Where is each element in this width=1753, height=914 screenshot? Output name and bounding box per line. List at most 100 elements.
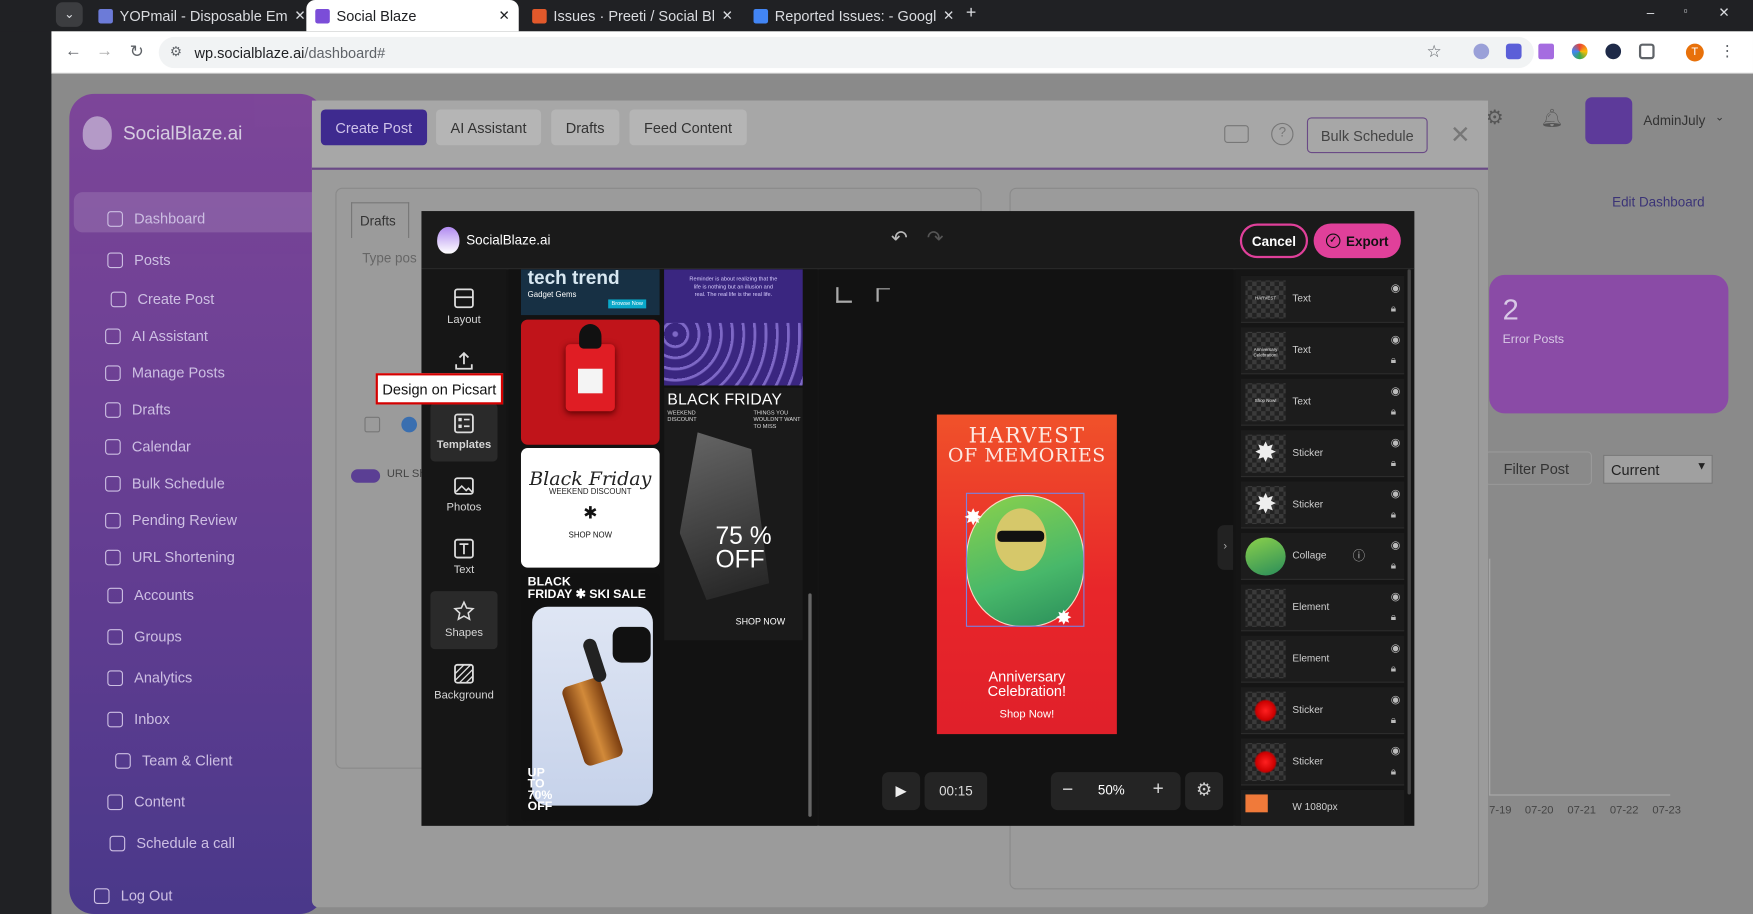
tool-background[interactable]: Background bbox=[426, 654, 502, 712]
user-avatar[interactable] bbox=[1585, 97, 1633, 145]
canva-icon[interactable] bbox=[401, 416, 418, 433]
extensions-puzzle-icon[interactable] bbox=[1638, 43, 1655, 60]
play-button[interactable]: ▶ bbox=[882, 772, 921, 811]
template-black-friday-script[interactable]: Black Friday WEEKEND DISCOUNT ✱ SHOP NOW bbox=[520, 448, 660, 568]
lock-icon[interactable]: 🔒︎ bbox=[1391, 611, 1396, 623]
template-black-friday-75[interactable]: BLACK FRIDAY WEEKEND DISCOUNT THINGS YOU… bbox=[664, 387, 803, 641]
layer-row[interactable]: Anniversary Celebration! Text ◉ 🔒︎ bbox=[1240, 327, 1405, 375]
layer-row[interactable]: Sticker ◉ 🔒︎ bbox=[1240, 738, 1405, 786]
extension-3-icon[interactable] bbox=[1538, 43, 1554, 60]
tool-templates[interactable]: Templates bbox=[430, 403, 498, 462]
collapse-right-panel-icon[interactable]: › bbox=[1217, 525, 1234, 570]
browser-tab-yopmail[interactable]: YOPmail - Disposable Em ✕ bbox=[89, 2, 304, 29]
layer-row[interactable]: HARVEST Text ◉ 🔒︎ bbox=[1240, 275, 1405, 323]
sidebar-item-url-shortening[interactable]: URL Shortening bbox=[132, 549, 235, 566]
design-canvas[interactable]: HARVEST OF MEMORIES ✸ ✸ Anniversary Cele… bbox=[936, 414, 1117, 735]
cancel-button[interactable]: Cancel bbox=[1239, 223, 1309, 259]
lock-icon[interactable]: 🔒︎ bbox=[1391, 406, 1396, 418]
redo-icon[interactable]: ↷ bbox=[927, 227, 944, 250]
browser-tab-reported-issues[interactable]: Reported Issues: - Googl ✕ bbox=[745, 2, 960, 29]
canvas-subtitle-line-2[interactable]: Celebration! bbox=[937, 683, 1117, 700]
visibility-eye-icon[interactable]: ◉ bbox=[1391, 642, 1401, 654]
sidebar-item-log-out[interactable]: Log Out bbox=[121, 887, 173, 904]
edit-dashboard-link[interactable]: Edit Dashboard bbox=[1612, 194, 1704, 210]
forward-arrow-icon[interactable]: → bbox=[96, 41, 113, 60]
sidebar-item-dashboard[interactable]: Dashboard bbox=[134, 210, 205, 227]
sidebar-item-drafts[interactable]: Drafts bbox=[132, 401, 171, 418]
video-camera-icon[interactable] bbox=[1224, 125, 1249, 144]
sidebar-item-team-client[interactable]: Team & Client bbox=[142, 752, 232, 769]
layer-row[interactable]: Shop Now! Text ◉ 🔒︎ bbox=[1240, 378, 1405, 426]
extension-2-icon[interactable] bbox=[1505, 43, 1522, 60]
sidebar-item-schedule-a-call[interactable]: Schedule a call bbox=[136, 835, 235, 852]
lock-icon[interactable]: 🔒︎ bbox=[1391, 354, 1396, 366]
sidebar-item-accounts[interactable]: Accounts bbox=[134, 587, 194, 604]
visibility-eye-icon[interactable]: ◉ bbox=[1391, 488, 1401, 500]
sidebar-item-groups[interactable]: Groups bbox=[134, 628, 182, 645]
close-tab-icon[interactable]: ✕ bbox=[943, 8, 954, 24]
visibility-eye-icon[interactable]: ◉ bbox=[1391, 591, 1401, 603]
sidebar-item-bulk-schedule[interactable]: Bulk Schedule bbox=[132, 475, 225, 492]
back-arrow-icon[interactable]: ← bbox=[65, 41, 82, 60]
bulk-schedule-button[interactable]: Bulk Schedule bbox=[1306, 117, 1428, 154]
layer-row[interactable]: ✸ Sticker ◉ 🔒︎ bbox=[1240, 481, 1405, 529]
help-icon[interactable]: ? bbox=[1271, 122, 1294, 146]
canvas-cta[interactable]: Shop Now! bbox=[937, 708, 1117, 720]
url-shortening-toggle[interactable] bbox=[351, 469, 381, 483]
notifications-bell-icon[interactable]: 🔔︎ bbox=[1541, 107, 1564, 129]
templates-scrollbar[interactable] bbox=[808, 593, 812, 817]
visibility-eye-icon[interactable]: ◉ bbox=[1391, 540, 1401, 552]
browser-menu-icon[interactable]: ⋮ bbox=[1719, 41, 1735, 60]
lock-icon[interactable]: 🔒︎ bbox=[1391, 714, 1396, 726]
restore-icon[interactable]: ▫ bbox=[1684, 6, 1688, 18]
tool-shapes[interactable]: Shapes bbox=[430, 591, 498, 650]
user-name[interactable]: AdminJuly bbox=[1643, 113, 1705, 129]
post-text-input[interactable]: Type pos bbox=[362, 250, 416, 266]
canvas-title-line-2[interactable]: OF MEMORIES bbox=[937, 445, 1117, 467]
undo-icon[interactable]: ↶ bbox=[891, 227, 908, 250]
zoom-out-icon[interactable]: − bbox=[1062, 779, 1073, 801]
sidebar-item-posts[interactable]: Posts bbox=[134, 251, 170, 268]
visibility-eye-icon[interactable]: ◉ bbox=[1391, 283, 1401, 295]
profile-avatar[interactable]: T bbox=[1685, 43, 1704, 62]
layer-row[interactable]: Collage ◉ 🔒︎ ⓘ bbox=[1240, 532, 1405, 580]
template-perfume[interactable] bbox=[520, 319, 660, 445]
visibility-eye-icon[interactable]: ◉ bbox=[1391, 745, 1401, 757]
template-quote[interactable]: Reminder is about realizing that the lif… bbox=[664, 269, 803, 386]
sidebar-item-analytics[interactable]: Analytics bbox=[134, 669, 192, 686]
info-icon[interactable]: ⓘ bbox=[1353, 546, 1365, 564]
export-button[interactable]: ✓ Export bbox=[1313, 223, 1401, 259]
sidebar-item-calendar[interactable]: Calendar bbox=[132, 438, 191, 455]
url-input[interactable]: ⚙ wp.socialblaze.ai/dashboard# ☆ bbox=[158, 36, 1534, 69]
settings-gear-icon[interactable]: ⚙ bbox=[1486, 106, 1504, 129]
zoom-level[interactable]: 50% bbox=[1098, 782, 1125, 798]
site-info-icon[interactable]: ⚙ bbox=[170, 44, 182, 60]
close-tab-icon[interactable]: ✕ bbox=[499, 8, 510, 24]
crop-icon[interactable] bbox=[836, 287, 852, 303]
browser-tab-social-blaze[interactable]: Social Blaze ✕ bbox=[306, 0, 519, 32]
image-upload-icon[interactable] bbox=[364, 416, 381, 433]
tab-drafts[interactable]: Drafts bbox=[551, 109, 619, 146]
close-window-icon[interactable]: ✕ bbox=[1718, 4, 1729, 20]
filter-post-button[interactable]: Filter Post bbox=[1484, 451, 1593, 485]
tab-list-button[interactable]: ⌄ bbox=[55, 2, 83, 27]
close-tab-icon[interactable]: ✕ bbox=[294, 8, 304, 24]
extension-5-icon[interactable] bbox=[1605, 43, 1622, 60]
visibility-eye-icon[interactable]: ◉ bbox=[1391, 334, 1401, 346]
layers-scrollbar[interactable] bbox=[1407, 269, 1411, 795]
tool-text[interactable]: Text bbox=[430, 529, 497, 587]
zoom-in-icon[interactable]: + bbox=[1153, 778, 1164, 800]
lock-icon[interactable]: 🔒︎ bbox=[1391, 765, 1396, 777]
settings-icon[interactable]: ⚙ bbox=[1185, 772, 1224, 811]
tool-photos[interactable]: Photos bbox=[430, 466, 497, 524]
template-ski-sale[interactable]: BLACK FRIDAY ✱ SKI SALE UP TO 70% OFF bbox=[520, 573, 660, 822]
lock-icon[interactable]: 🔒︎ bbox=[1391, 457, 1396, 469]
sidebar-item-pending-review[interactable]: Pending Review bbox=[132, 512, 237, 529]
sidebar-item-create-post[interactable]: Create Post bbox=[138, 291, 215, 308]
sidebar-item-inbox[interactable]: Inbox bbox=[134, 711, 170, 728]
layer-row[interactable]: W 1080px bbox=[1240, 789, 1405, 826]
close-tab-icon[interactable]: ✕ bbox=[722, 8, 733, 24]
layer-row[interactable]: Element ◉ 🔒︎ bbox=[1240, 584, 1405, 632]
tab-ai-assistant[interactable]: AI Assistant bbox=[436, 109, 542, 146]
visibility-eye-icon[interactable]: ◉ bbox=[1391, 437, 1401, 449]
